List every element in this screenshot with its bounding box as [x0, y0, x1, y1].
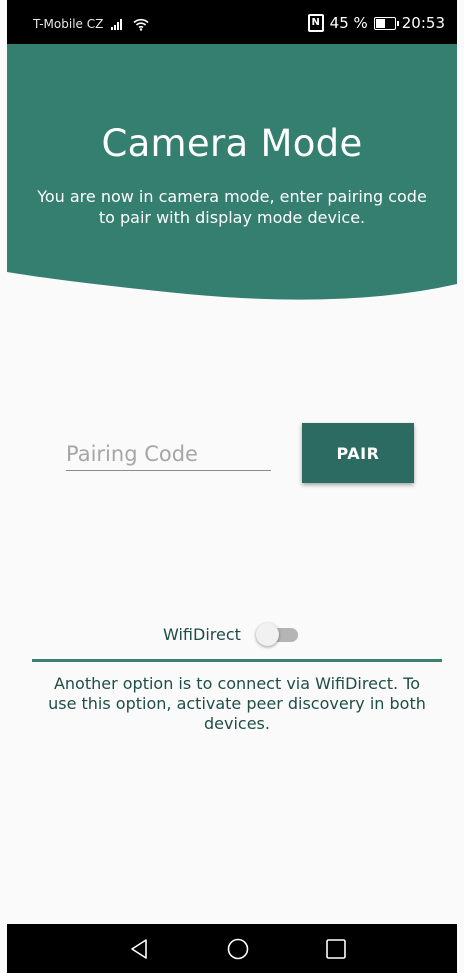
page-title: Camera Mode [101, 122, 363, 165]
status-right: N 45 % 20:53 [307, 14, 445, 32]
camera-mode-screen: T-Mobile CZ N 45 % 20:53 Camera Mode You… [0, 0, 464, 973]
status-bar: T-Mobile CZ N 45 % 20:53 [7, 0, 457, 44]
header-background [7, 44, 457, 300]
divider [32, 659, 442, 662]
wifi-direct-label: WifiDirect [163, 625, 241, 644]
signal-icon [109, 18, 127, 30]
pair-button[interactable]: PAIR [302, 423, 414, 483]
home-icon[interactable] [225, 936, 251, 962]
battery-icon [373, 16, 399, 30]
header: Camera Mode You are now in camera mode, … [7, 44, 457, 304]
status-left: T-Mobile CZ [33, 17, 149, 31]
battery-percent: 45 % [329, 14, 368, 32]
clock: 20:53 [401, 14, 445, 32]
nfc-icon: N [307, 14, 324, 32]
page-subtitle: You are now in camera mode, enter pairin… [37, 187, 427, 227]
wifi-direct-note: Another option is to connect via WifiDir… [48, 674, 426, 733]
wifi-direct-toggle[interactable] [256, 622, 300, 648]
toggle-thumb [256, 623, 279, 646]
back-icon[interactable] [126, 936, 152, 962]
recents-icon[interactable] [323, 936, 349, 962]
navigation-bar [7, 924, 457, 973]
pairing-code-input[interactable] [66, 438, 271, 471]
carrier-name: T-Mobile CZ [33, 17, 104, 31]
wifi-icon [133, 18, 149, 31]
